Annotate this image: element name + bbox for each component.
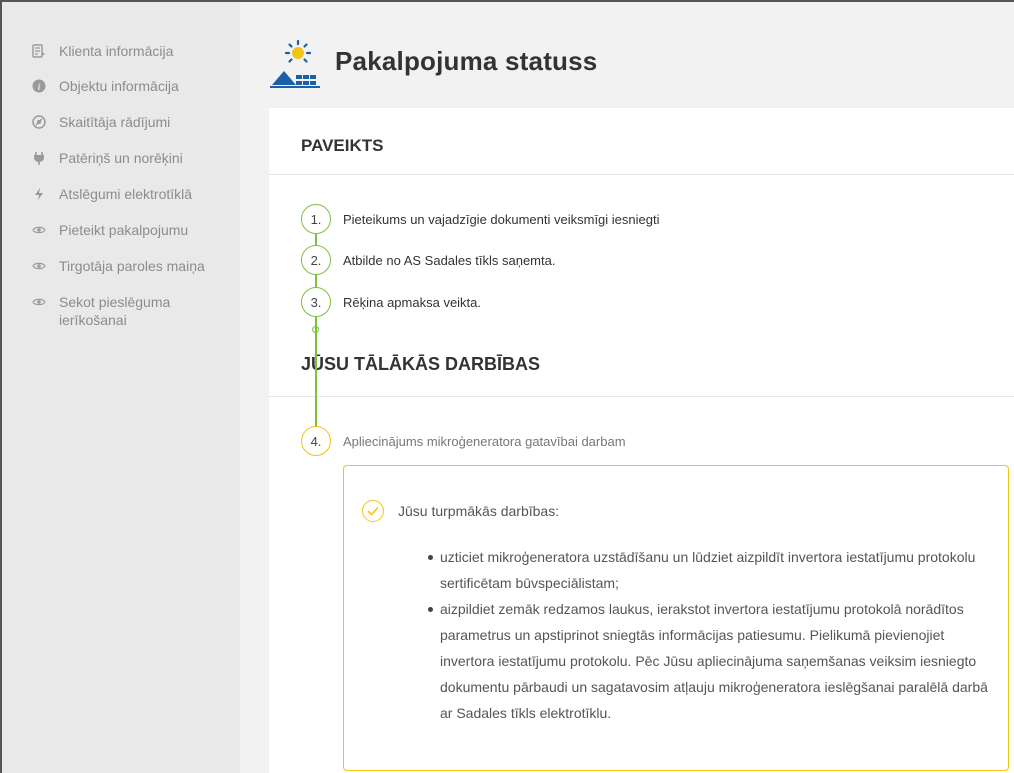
step-number: 1. (301, 204, 331, 234)
page-title: Pakalpojuma statuss (335, 46, 598, 76)
step-1: 1. Pieteikums un vajadzīgie dokumenti ve… (301, 204, 660, 234)
sidebar-item-outages[interactable]: Atslēgumi elektrotīklā (32, 185, 219, 203)
sidebar-item-label: Patēriņš un norēķini (59, 150, 183, 166)
sidebar: Klienta informācija i Objektu informācij… (2, 2, 240, 773)
step-label: Rēķina apmaksa veikta. (343, 294, 482, 310)
sidebar-item-label: Atslēgumi elektrotīklā (59, 186, 193, 202)
eye-icon (32, 295, 46, 309)
sidebar-item-label: Objektu informācija (59, 78, 179, 94)
checkmark-icon (362, 500, 384, 522)
notice-list: uzticiet mikroģeneratora uzstādīšanu un … (428, 544, 988, 726)
main-content: Pakalpojuma statuss PAVEIKTS 1. Pieteiku… (240, 2, 1014, 773)
solar-panel-icon (270, 39, 328, 94)
plug-icon (32, 151, 46, 165)
sidebar-item-label: Tirgotāja paroles maiņa (59, 258, 205, 274)
sidebar-item-meter-readings[interactable]: Skaitītāja rādījumi (32, 113, 219, 131)
next-actions-notice: Jūsu turpmākās darbības: uzticiet mikroģ… (343, 465, 1009, 771)
step-number: 2. (301, 245, 331, 275)
notice-heading-text: Jūsu turpmākās darbības: (398, 503, 560, 519)
divider (269, 396, 1014, 397)
sidebar-item-label: Sekot pieslēguma ierīkošanai (59, 294, 171, 328)
list-item: uzticiet mikroģeneratora uzstādīšanu un … (428, 544, 988, 596)
document-icon (32, 44, 46, 58)
step-2: 2. Atbilde no AS Sadales tīkls saņemta. (301, 245, 555, 275)
sidebar-item-trader-password[interactable]: Tirgotāja paroles maiņa (32, 257, 219, 275)
sidebar-item-track-connection[interactable]: Sekot pieslēguma ierīkošanai (32, 293, 219, 329)
sidebar-item-label: Pieteikt pakalpojumu (59, 222, 189, 238)
lightning-icon (32, 187, 46, 201)
step-label: Apliecinājums mikroģeneratora gatavībai … (343, 433, 626, 449)
step-3: 3. Rēķina apmaksa veikta. (301, 287, 481, 317)
notice-heading: Jūsu turpmākās darbības: (362, 500, 559, 522)
eye-icon (32, 259, 46, 273)
completed-section-title: PAVEIKTS (301, 136, 384, 155)
step-label: Pieteikums un vajadzīgie dokumenti veiks… (343, 211, 660, 227)
divider (269, 174, 1014, 175)
sidebar-item-label: Klienta informācija (59, 43, 174, 59)
info-icon: i (32, 79, 46, 93)
next-steps-section-title: JŪSU TĀLĀKĀS DARBĪBAS (301, 354, 541, 374)
sidebar-item-client-info[interactable]: Klienta informācija (32, 42, 219, 60)
list-item: aizpildiet zemāk redzamos laukus, ieraks… (428, 596, 988, 726)
sidebar-item-request-service[interactable]: Pieteikt pakalpojumu (32, 221, 219, 239)
step-number: 3. (301, 287, 331, 317)
sidebar-item-object-info[interactable]: i Objektu informācija (32, 77, 219, 95)
step-label: Atbilde no AS Sadales tīkls saņemta. (343, 252, 556, 268)
sidebar-item-label: Skaitītāja rādījumi (59, 114, 171, 130)
meter-icon (32, 115, 46, 129)
sidebar-item-consumption[interactable]: Patēriņš un norēķini (32, 149, 219, 167)
status-card: PAVEIKTS 1. Pieteikums un vajadzīgie dok… (269, 108, 1014, 773)
eye-icon (32, 223, 46, 237)
step-4: 4. Apliecinājums mikroģeneratora gatavīb… (301, 426, 626, 456)
step-number: 4. (301, 426, 331, 456)
